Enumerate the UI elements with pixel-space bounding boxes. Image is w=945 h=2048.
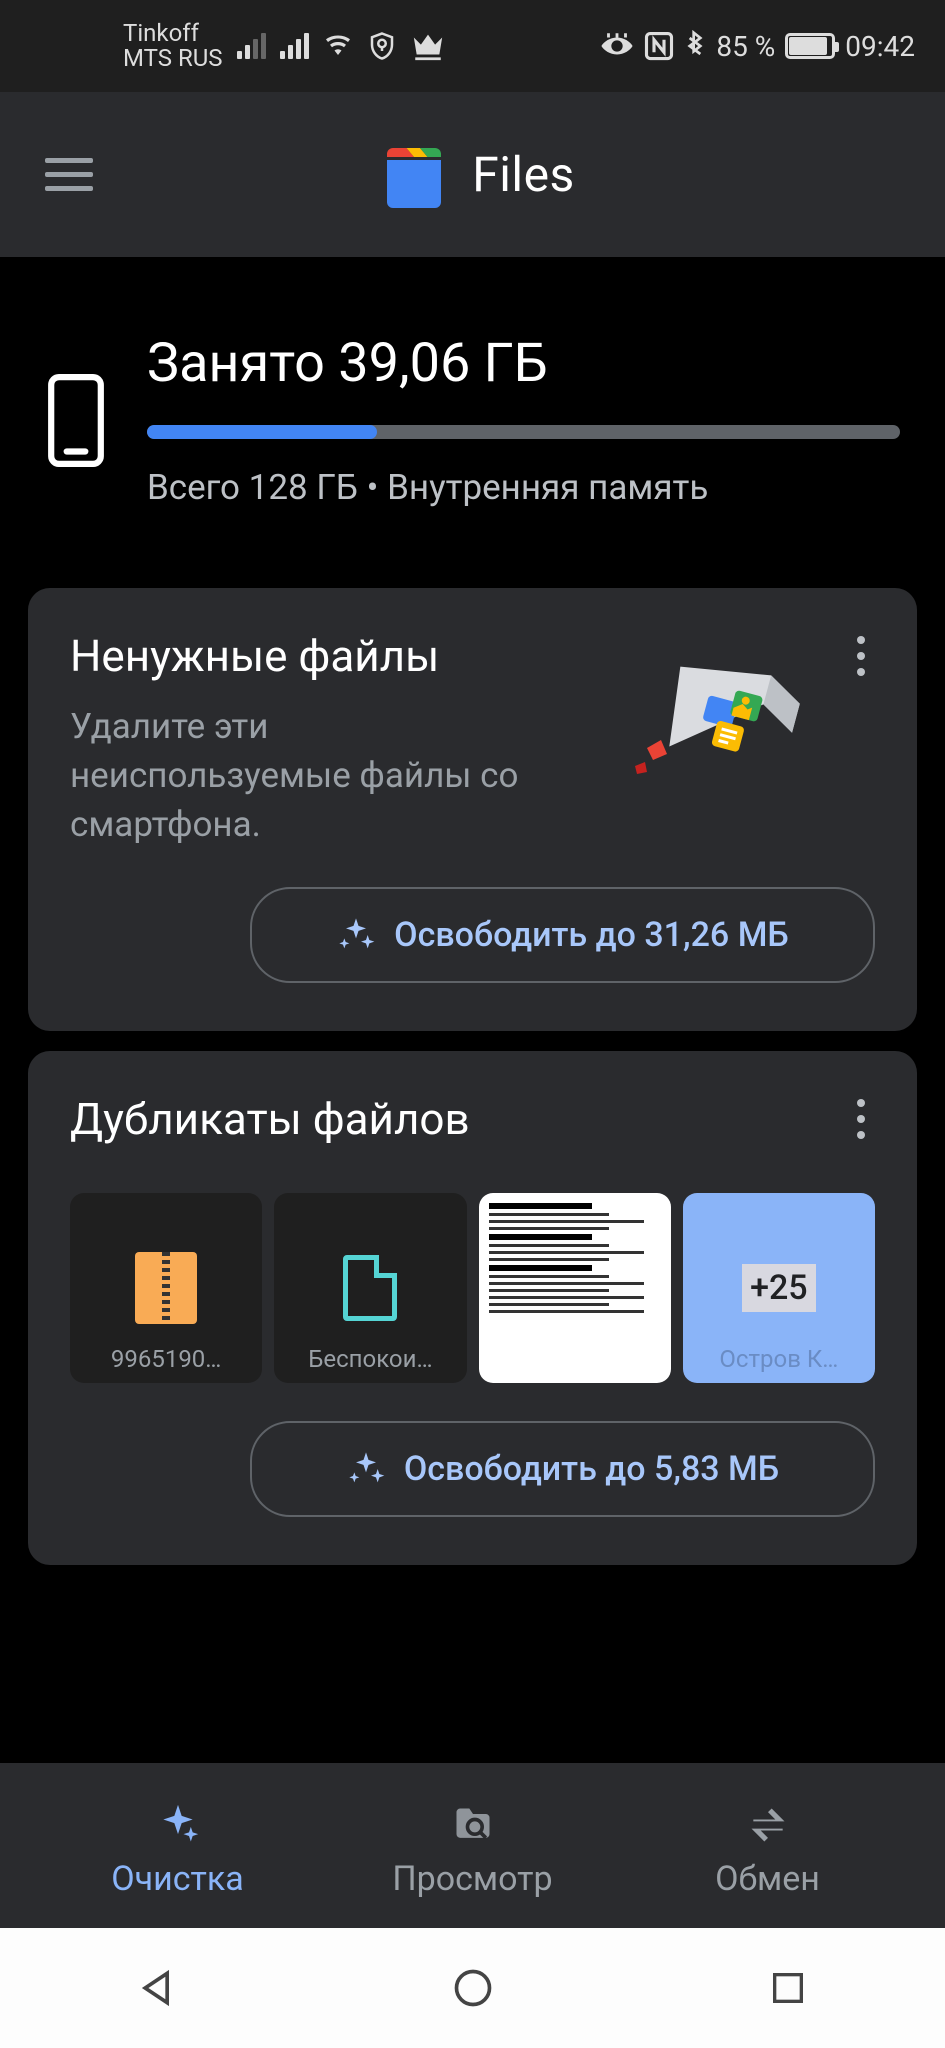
circle-home-icon	[451, 1966, 495, 2010]
app-title-wrap: Files	[53, 139, 900, 211]
carrier-2: MTS RUS	[123, 46, 223, 71]
duplicate-item-4-label: Остров К…	[719, 1345, 838, 1373]
nav-browse-label: Просмотр	[392, 1859, 552, 1899]
duplicates-grid: 9965190… Беспокои… +25 Остров К…	[70, 1193, 875, 1383]
duplicate-item-2-label: Беспокои…	[308, 1345, 432, 1373]
sparkle-icon	[153, 1803, 203, 1847]
app-title: Files	[472, 146, 575, 203]
junk-card-more-icon[interactable]	[857, 630, 875, 676]
storage-used-label: Занято 39,06 ГБ	[147, 332, 900, 395]
sys-back-button[interactable]	[68, 1948, 248, 2028]
clock: 09:42	[845, 30, 915, 63]
eye-icon	[600, 32, 634, 60]
storage-progress-fill	[147, 425, 377, 439]
sys-home-button[interactable]	[383, 1948, 563, 2028]
sys-recent-button[interactable]	[698, 1948, 878, 2028]
main-content: Занято 39,06 ГБ Всего 128 ГБ • Внутрення…	[0, 257, 945, 1763]
files-logo-icon	[378, 139, 450, 211]
storage-progress	[147, 425, 900, 439]
junk-free-button-label: Освободить до 31,26 МБ	[394, 915, 789, 955]
swap-icon	[743, 1803, 793, 1847]
nfc-icon	[644, 31, 674, 61]
duplicates-card: Дубликаты файлов 9965190… Беспокои…	[28, 1051, 917, 1565]
bluetooth-icon	[684, 30, 706, 62]
nav-share[interactable]: Обмен	[620, 1803, 915, 1899]
storage-section[interactable]: Занято 39,06 ГБ Всего 128 ГБ • Внутрення…	[0, 257, 945, 568]
duplicate-item-1[interactable]: 9965190…	[70, 1193, 262, 1383]
dustpan-icon	[617, 638, 817, 808]
sparkle-icon	[346, 1449, 386, 1489]
signal-icon-2	[280, 33, 309, 59]
phone-icon	[45, 373, 107, 468]
status-right: 85 % 09:42	[600, 30, 915, 63]
carrier-1: Tinkoff	[123, 21, 223, 46]
duplicate-item-3[interactable]	[479, 1193, 671, 1383]
square-recent-icon	[768, 1968, 808, 2008]
junk-free-button[interactable]: Освободить до 31,26 МБ	[250, 887, 875, 983]
crown-icon	[411, 31, 445, 61]
duplicates-free-button[interactable]: Освободить до 5,83 МБ	[250, 1421, 875, 1517]
wifi-icon	[323, 34, 353, 58]
nav-browse[interactable]: Просмотр	[325, 1803, 620, 1899]
signal-icon-1	[237, 33, 266, 59]
junk-card-subtitle: Удалите эти неиспользуемые файлы со смар…	[70, 702, 550, 849]
nav-clean-label: Очистка	[111, 1859, 244, 1899]
status-bar: Tinkoff MTS RUS 85 % 09:42	[0, 0, 945, 92]
battery-icon	[785, 33, 835, 59]
nav-share-label: Обмен	[715, 1859, 820, 1899]
battery-percent: 85 %	[716, 30, 775, 63]
app-bar: Files	[0, 92, 945, 257]
sparkle-icon	[336, 915, 376, 955]
junk-card-title: Ненужные файлы	[70, 630, 550, 682]
duplicates-free-button-label: Освободить до 5,83 МБ	[404, 1449, 779, 1489]
folder-search-icon	[448, 1803, 498, 1847]
shield-icon	[367, 31, 397, 61]
duplicate-item-more[interactable]: +25 Остров К…	[683, 1193, 875, 1383]
duplicate-item-1-label: 9965190…	[111, 1345, 221, 1373]
duplicates-card-title: Дубликаты файлов	[70, 1093, 470, 1145]
storage-total-label: Всего 128 ГБ • Внутренняя память	[147, 467, 900, 508]
triangle-back-icon	[136, 1966, 180, 2010]
duplicate-item-2[interactable]: Беспокои…	[274, 1193, 466, 1383]
zip-icon	[135, 1252, 197, 1324]
status-left: Tinkoff MTS RUS	[28, 21, 445, 71]
junk-files-card: Ненужные файлы Удалите эти неиспользуемы…	[28, 588, 917, 1031]
document-thumb-icon	[479, 1193, 671, 1383]
system-nav	[0, 1928, 945, 2048]
bottom-nav: Очистка Просмотр Обмен	[0, 1763, 945, 1928]
duplicate-more-count: +25	[742, 1264, 816, 1312]
nav-clean[interactable]: Очистка	[30, 1803, 325, 1899]
file-icon	[343, 1255, 397, 1321]
duplicates-card-more-icon[interactable]	[857, 1093, 875, 1139]
